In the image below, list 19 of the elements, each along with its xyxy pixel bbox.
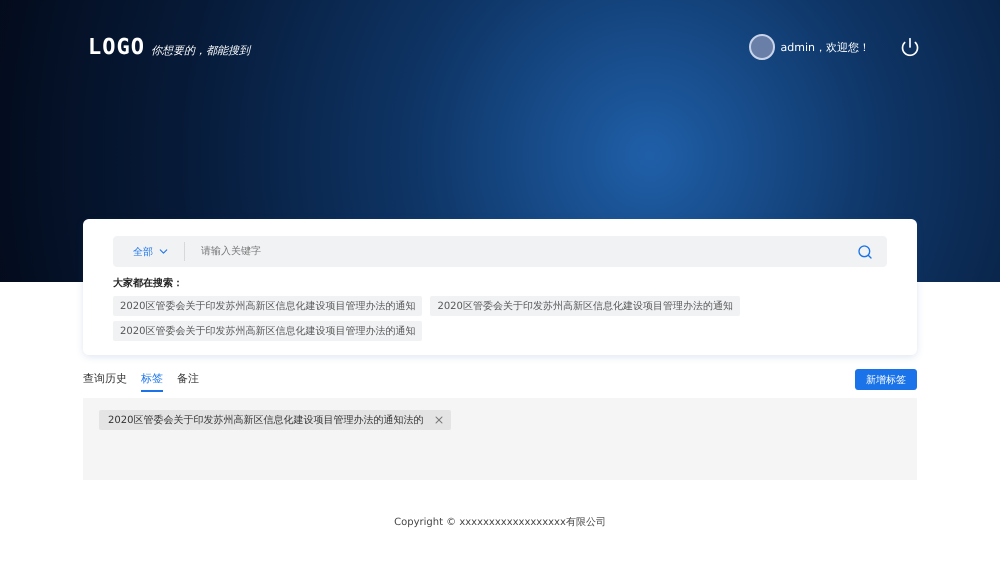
search-button[interactable] <box>857 244 873 260</box>
avatar[interactable] <box>748 34 775 60</box>
add-tag-button[interactable]: 新增标签 <box>855 369 917 390</box>
scope-dropdown[interactable]: 全部 <box>133 242 185 261</box>
hot-searches-label: 大家都在搜索： <box>113 276 184 290</box>
tab[interactable]: 备注 <box>177 367 199 392</box>
tag-label: 2020区管委会关于印发苏州高新区信息化建设项目管理办法的通知法的 <box>108 414 424 427</box>
hot-search-chip[interactable]: 2020区管委会关于印发苏州高新区信息化建设项目管理办法的通知 <box>113 296 422 316</box>
hot-search-chip[interactable]: 2020区管委会关于印发苏州高新区信息化建设项目管理办法的通知 <box>430 296 740 316</box>
power-button[interactable] <box>900 37 920 57</box>
logo: LOGO <box>88 34 145 60</box>
copyright-text: Copyright © xxxxxxxxxxxxxxxxxx有限公司 <box>394 517 606 528</box>
user-greeting: admin，欢迎您！ <box>780 40 870 54</box>
hot-search-chip[interactable]: 2020区管委会关于印发苏州高新区信息化建设项目管理办法的通知 <box>113 321 422 341</box>
tab[interactable]: 标签 <box>141 367 163 392</box>
tab[interactable]: 查询历史 <box>83 367 127 392</box>
close-button[interactable] <box>433 414 446 426</box>
slogan: 你想要的，都能搜到 <box>150 42 250 58</box>
search-field[interactable]: 全部 请输入关键字 <box>113 236 887 267</box>
